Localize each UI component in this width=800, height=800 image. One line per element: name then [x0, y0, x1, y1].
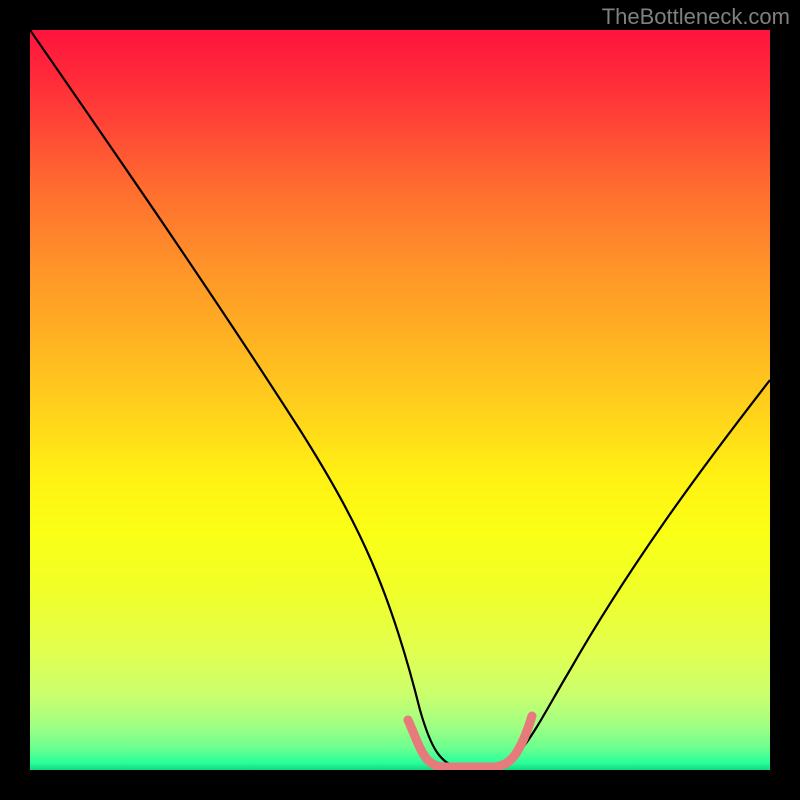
- plot-area: [30, 30, 770, 770]
- watermark: TheBottleneck.com: [602, 4, 790, 30]
- optimal-zone-indicator: [408, 716, 532, 767]
- curve-layer: [30, 30, 770, 770]
- bottleneck-curve: [30, 30, 770, 768]
- chart-frame: [0, 0, 800, 800]
